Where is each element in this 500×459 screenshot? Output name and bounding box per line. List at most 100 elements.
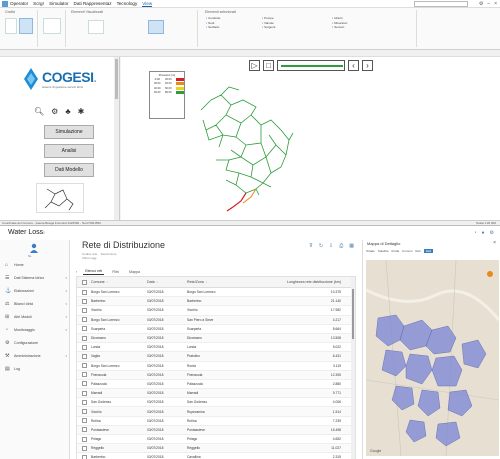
table-row[interactable]: Dicomano 03/07/2018 Dicomano 13.508 [77, 333, 355, 344]
menu-tecnology[interactable]: Tecnology [117, 1, 138, 7]
filter-icon[interactable]: ▿ [206, 280, 208, 284]
column-header-lunghezza[interactable]: Lunghezza rete distribuzione (km) [283, 280, 345, 284]
menu-view[interactable]: View [142, 1, 153, 7]
ribbon-check-item[interactable]: Idranti [332, 16, 342, 20]
table-row[interactable]: Rufina 03/07/2018 Rufina 7.239 [77, 417, 355, 426]
map-tab-comuni[interactable]: Comuni [402, 249, 412, 253]
stop-icon[interactable]: □ [263, 60, 274, 71]
filter-icon[interactable]: ▿ [157, 280, 159, 284]
region-map[interactable]: Google [366, 260, 499, 456]
ribbon-button-zoom[interactable] [43, 18, 61, 34]
menu-dati[interactable]: Dati Rappresentaz [74, 1, 112, 7]
valve-icon[interactable]: ✱ [78, 107, 85, 116]
settings-icon[interactable]: ⚙ [490, 230, 494, 236]
avatar[interactable] [30, 243, 38, 253]
table-row[interactable]: Firenzuola 03/07/2018 Firenzuola 12.305 [77, 370, 355, 380]
map-tab-strade[interactable]: Strade [366, 249, 375, 253]
ribbon-check-item[interactable]: Nodi [206, 21, 214, 25]
row-checkbox[interactable] [81, 298, 87, 304]
filter-icon[interactable]: ⊽ [309, 243, 313, 249]
column-header-data[interactable]: Data ▿ [147, 280, 187, 284]
map-tab-dati[interactable]: Dati [423, 249, 434, 253]
simulation-button[interactable]: Simulazione [44, 125, 94, 139]
ribbon-button-selection[interactable] [148, 20, 164, 34]
row-checkbox[interactable] [81, 454, 87, 459]
row-checkbox[interactable] [81, 353, 87, 359]
table-row[interactable]: Barberino 03/07/2018 Barberino 21.140 [77, 297, 355, 307]
row-checkbox[interactable] [81, 418, 87, 424]
refresh-icon[interactable]: ↻ [319, 243, 323, 249]
row-checkbox[interactable] [81, 409, 87, 415]
table-row[interactable]: Vicchio 03/07/2018 Vicchio 17.982 [77, 306, 355, 316]
nav-dati-sistema[interactable]: ☰ Dati Sistema Idrico ▾ [5, 273, 67, 283]
row-checkbox[interactable] [81, 307, 87, 313]
select-all-checkbox[interactable] [81, 279, 87, 285]
tab-elenco[interactable]: Elenco reti [83, 268, 105, 275]
nav-elaborazioni[interactable]: ⚓ Elaborazioni ▾ [5, 286, 67, 296]
network-icon[interactable]: ⚙ [51, 107, 58, 116]
bell-icon[interactable]: ◔ [473, 230, 476, 236]
table-row[interactable]: Londa 03/07/2018 Londa 5.022 [77, 343, 355, 353]
app-icon[interactable] [2, 1, 8, 7]
ribbon-button-network[interactable] [88, 20, 104, 34]
left-panel-scrollbar[interactable] [114, 57, 119, 220]
search-input[interactable] [414, 1, 468, 7]
nav-monitoraggio[interactable]: ◔ Monitoraggio ▾ [5, 325, 67, 335]
row-checkbox[interactable] [81, 289, 87, 295]
filter-icon[interactable]: ▿ [107, 280, 109, 284]
tab-filtri[interactable]: Filtri [110, 269, 121, 275]
table-row[interactable]: Borgo San Lorenzo 03/07/2018 San Piero a S… [77, 315, 355, 325]
row-checkbox[interactable] [81, 427, 87, 433]
close-icon[interactable]: × [494, 1, 497, 7]
row-checkbox[interactable] [81, 317, 87, 323]
back-icon[interactable]: ‹ [76, 270, 77, 274]
export-icon[interactable]: ⇩ [329, 243, 333, 249]
map-tab-ibrida[interactable]: Ibrida [392, 249, 400, 253]
row-checkbox[interactable] [81, 399, 87, 405]
ribbon-button-view[interactable] [5, 18, 17, 34]
table-row[interactable]: Borgo San Lorenzo 03/07/2018 Ronta 3.119 [77, 362, 355, 371]
row-checkbox[interactable] [81, 326, 87, 332]
menu-scrgr[interactable]: Scrgr [33, 1, 44, 7]
table-row[interactable]: Reggello 03/07/2018 Reggello 11.027 [77, 444, 355, 454]
ribbon-check-item[interactable]: Pompe [262, 16, 274, 20]
ribbon-check-item[interactable]: Sorgenti [262, 25, 275, 29]
map-tab-satellite[interactable]: Satellite [378, 249, 389, 253]
model-data-button[interactable]: Dati Modello [44, 163, 94, 177]
tab-mappa[interactable]: Mappa [127, 269, 142, 275]
row-checkbox[interactable] [81, 436, 87, 442]
table-scrollbar[interactable] [351, 277, 355, 459]
ribbon-button-layers[interactable] [19, 18, 33, 34]
table-row[interactable]: Marradi 03/07/2018 Marradi 9.771 [77, 389, 355, 399]
nav-configurazione[interactable]: ⚙ Configurazione [5, 338, 67, 348]
nav-home[interactable]: ⌂ Home [5, 260, 67, 270]
analysis-button[interactable]: Analisi [44, 144, 94, 158]
nav-altri-moduli[interactable]: ⊞ Altri Moduli ▾ [5, 312, 67, 322]
table-row[interactable]: Pelago 03/07/2018 Pelago 4.652 [77, 435, 355, 445]
column-header-rete[interactable]: Rete/Zona ▿ [187, 280, 283, 284]
network-map-view[interactable]: ▷ □ ‹ › Pressioni (m) -0.00 30.00 30.00 … [121, 57, 500, 220]
menu-simulator[interactable]: Simulator [49, 1, 68, 7]
print-icon[interactable]: ⎙ [339, 243, 343, 249]
table-row[interactable]: Pontassieve 03/07/2018 Pontassieve 15.498 [77, 425, 355, 435]
grid-icon[interactable]: ▦ [349, 243, 354, 249]
minimize-icon[interactable]: – [487, 1, 490, 7]
ribbon-check-item[interactable]: Sensori [332, 25, 344, 29]
row-checkbox[interactable] [81, 381, 87, 387]
users-icon[interactable]: ♣ [65, 107, 70, 116]
row-checkbox[interactable] [81, 390, 87, 396]
ribbon-check-item[interactable]: Misuratori [332, 21, 347, 25]
ribbon-check-item[interactable]: Valvole [262, 21, 274, 25]
nav-log[interactable]: ▤ Log [5, 364, 67, 374]
table-row[interactable]: Palazzuolo 03/07/2018 Palazzuolo 2.880 [77, 380, 355, 390]
ribbon-check-item[interactable]: Condotte [206, 16, 220, 20]
table-row[interactable]: Borgo San Lorenzo 03/07/2018 Borgo San Lor… [77, 288, 355, 298]
nav-bilanci[interactable]: ⚖ Bilanci Idrici ▾ [5, 299, 67, 309]
next-icon[interactable]: › [362, 60, 373, 71]
column-header-comune[interactable]: Comune ▿ [91, 280, 147, 284]
map-tab-reti[interactable]: Reti [415, 249, 420, 253]
close-icon[interactable]: × [493, 240, 496, 246]
user-icon[interactable]: ● [481, 230, 484, 236]
row-checkbox[interactable] [81, 344, 87, 350]
timeline-slider[interactable] [277, 60, 345, 71]
